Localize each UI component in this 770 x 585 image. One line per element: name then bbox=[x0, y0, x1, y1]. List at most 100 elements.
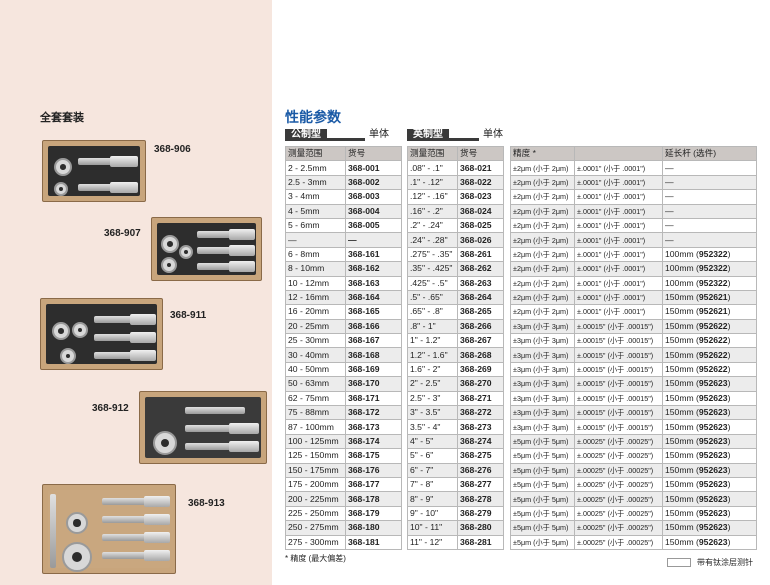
extension-code: 952623 bbox=[698, 378, 728, 389]
code-cell: 368-265 bbox=[457, 304, 504, 320]
kit-case-907 bbox=[151, 217, 262, 281]
extension-cell: — bbox=[662, 160, 757, 176]
table-row: ±5μm (小于 5μm) ±.00025" (小于 .00025") 150mm … bbox=[510, 534, 757, 550]
extension-cell: 150mm (952622) bbox=[662, 333, 757, 349]
table-row: .2" - .24" 368-025 bbox=[407, 217, 504, 234]
table-row: .08" - .1" 368-021 bbox=[407, 160, 504, 176]
range-cell: 225 - 250mm bbox=[285, 505, 346, 522]
table-row: 10 - 12mm 368-163 bbox=[285, 275, 402, 291]
extension-close-paren: ) bbox=[727, 292, 731, 303]
accuracy-metric-cell: ±2μm (小于 2μm) bbox=[510, 289, 575, 306]
bore-gauge bbox=[185, 443, 235, 450]
extension-length: 150mm ( bbox=[665, 407, 699, 418]
table-row: 3.5" - 4" 368-273 bbox=[407, 419, 504, 435]
table-row: ±5μm (小于 5μm) ±.00025" (小于 .00025") 150mm … bbox=[510, 462, 757, 478]
code-cell: 368-025 bbox=[457, 217, 504, 234]
extension-length: 100mm ( bbox=[665, 277, 699, 288]
header-code: 货号 bbox=[457, 145, 504, 162]
accuracy-metric-cell: ±2μm (小于 2μm) bbox=[510, 189, 575, 205]
range-cell: 11" - 12" bbox=[407, 534, 458, 550]
extension-length: — bbox=[665, 205, 674, 216]
accuracy-metric-cell: ±3μm (小于 3μm) bbox=[510, 419, 575, 435]
table-header-row: 测量范围 货号 bbox=[285, 145, 402, 162]
code-cell: 368-164 bbox=[345, 289, 402, 306]
accuracy-inch-cell: ±.0001" (小于 .0001") bbox=[574, 174, 663, 191]
gauge-head bbox=[229, 245, 255, 256]
table-header-row: 精度 * 延长杆 (选件) bbox=[510, 145, 757, 162]
extension-cell: 150mm (952621) bbox=[662, 304, 757, 320]
table-row: ±3μm (小于 3μm) ±.00015" (小于 .00015") 150mm … bbox=[510, 419, 757, 435]
table-row: 200 - 225mm 368-178 bbox=[285, 491, 402, 507]
gauge-head bbox=[144, 514, 170, 525]
range-cell: 6 - 8mm bbox=[285, 246, 346, 263]
extension-code: 952623 bbox=[698, 421, 728, 432]
gauge-head bbox=[229, 423, 259, 434]
table-row: .12" - .16" 368-023 bbox=[407, 189, 504, 205]
code-cell: 368-163 bbox=[345, 275, 402, 291]
accuracy-metric-cell: ±2μm (小于 2μm) bbox=[510, 203, 575, 219]
range-cell: 20 - 25mm bbox=[285, 318, 346, 335]
range-cell: 2" - 2.5" bbox=[407, 376, 458, 392]
accuracy-inch-cell: ±.00025" (小于 .00025") bbox=[574, 505, 663, 522]
accuracy-inch-cell: ±.0001" (小于 .0001") bbox=[574, 304, 663, 320]
accuracy-inch-cell: ±.0001" (小于 .0001") bbox=[574, 275, 663, 291]
extension-length: 150mm ( bbox=[665, 450, 699, 461]
code-cell: 368-001 bbox=[345, 160, 402, 176]
table-row: ±2μm (小于 2μm) ±.0001" (小于 .0001") 150mm (9… bbox=[510, 304, 757, 320]
extension-length: — bbox=[665, 176, 674, 187]
extension-length: 150mm ( bbox=[665, 507, 699, 518]
range-cell: 1" - 1.2" bbox=[407, 333, 458, 349]
table-row: 2 - 2.5mm 368-001 bbox=[285, 160, 402, 176]
accuracy-inch-cell: ±.0001" (小于 .0001") bbox=[574, 203, 663, 219]
range-cell: 2 - 2.5mm bbox=[285, 160, 346, 176]
table-row: 2.5" - 3" 368-271 bbox=[407, 390, 504, 407]
code-cell: 368-179 bbox=[345, 505, 402, 522]
table-row: 2" - 2.5" 368-270 bbox=[407, 376, 504, 392]
code-cell: 368-177 bbox=[345, 476, 402, 493]
code-cell: 368-173 bbox=[345, 419, 402, 435]
table-row: 5" - 6" 368-275 bbox=[407, 448, 504, 464]
extension-close-paren: ) bbox=[727, 306, 731, 317]
accuracy-inch-cell: ±.00025" (小于 .00025") bbox=[574, 491, 663, 507]
table-row: 150 - 175mm 368-176 bbox=[285, 462, 402, 478]
accuracy-inch-cell: ±.0001" (小于 .0001") bbox=[574, 189, 663, 205]
extension-code: 952623 bbox=[698, 507, 728, 518]
table-row: ±2μm (小于 2μm) ±.0001" (小于 .0001") 100mm (9… bbox=[510, 275, 757, 291]
table-row: 4" - 5" 368-274 bbox=[407, 433, 504, 450]
range-cell: .35" - .425" bbox=[407, 261, 458, 277]
code-cell: 368-165 bbox=[345, 304, 402, 320]
accuracy-metric-cell: ±2μm (小于 2μm) bbox=[510, 246, 575, 263]
extension-cell: 100mm (952322) bbox=[662, 246, 757, 263]
legend-text: 带有钛涂层测针 bbox=[697, 558, 753, 567]
table-row: 50 - 63mm 368-170 bbox=[285, 376, 402, 392]
accuracy-metric-cell: ±3μm (小于 3μm) bbox=[510, 318, 575, 335]
extension-close-paren: ) bbox=[727, 479, 731, 490]
gauge-head bbox=[229, 441, 259, 452]
kit-label-913: 368-913 bbox=[188, 498, 225, 509]
accuracy-inch-cell: ±.0001" (小于 .0001") bbox=[574, 217, 663, 234]
extension-code: 952623 bbox=[698, 392, 728, 403]
kit-case-911 bbox=[40, 298, 163, 370]
accuracy-inch-cell: ±.00015" (小于 .00015") bbox=[574, 376, 663, 392]
extension-length: — bbox=[665, 220, 674, 231]
range-cell: 125 - 150mm bbox=[285, 448, 346, 464]
extension-length: 150mm ( bbox=[665, 364, 699, 375]
extension-cell: 150mm (952621) bbox=[662, 289, 757, 306]
extension-length: 150mm ( bbox=[665, 306, 699, 317]
accuracy-table: 精度 * 延长杆 (选件) ±2μm (小于 2μm) ±.0001" (小于 .… bbox=[510, 145, 757, 550]
range-cell: 1.6" - 2" bbox=[407, 361, 458, 378]
tab-metric-bar bbox=[285, 138, 365, 141]
table-row: ±3μm (小于 3μm) ±.00015" (小于 .00015") 150mm … bbox=[510, 376, 757, 392]
extension-length: — bbox=[665, 234, 674, 245]
table-row: 100 - 125mm 368-174 bbox=[285, 433, 402, 450]
accuracy-inch-cell: ±.00015" (小于 .00015") bbox=[574, 318, 663, 335]
range-cell: 16 - 20mm bbox=[285, 304, 346, 320]
table-row: 2.5 - 3mm 368-002 bbox=[285, 174, 402, 191]
accuracy-metric-cell: ±5μm (小于 5μm) bbox=[510, 462, 575, 478]
range-cell: .2" - .24" bbox=[407, 217, 458, 234]
accuracy-metric-cell: ±2μm (小于 2μm) bbox=[510, 232, 575, 248]
accuracy-metric-cell: ±5μm (小于 5μm) bbox=[510, 433, 575, 450]
code-cell: 368-273 bbox=[457, 419, 504, 435]
tab-inch-note: 单体 bbox=[483, 129, 503, 140]
range-cell: 40 - 50mm bbox=[285, 361, 346, 378]
